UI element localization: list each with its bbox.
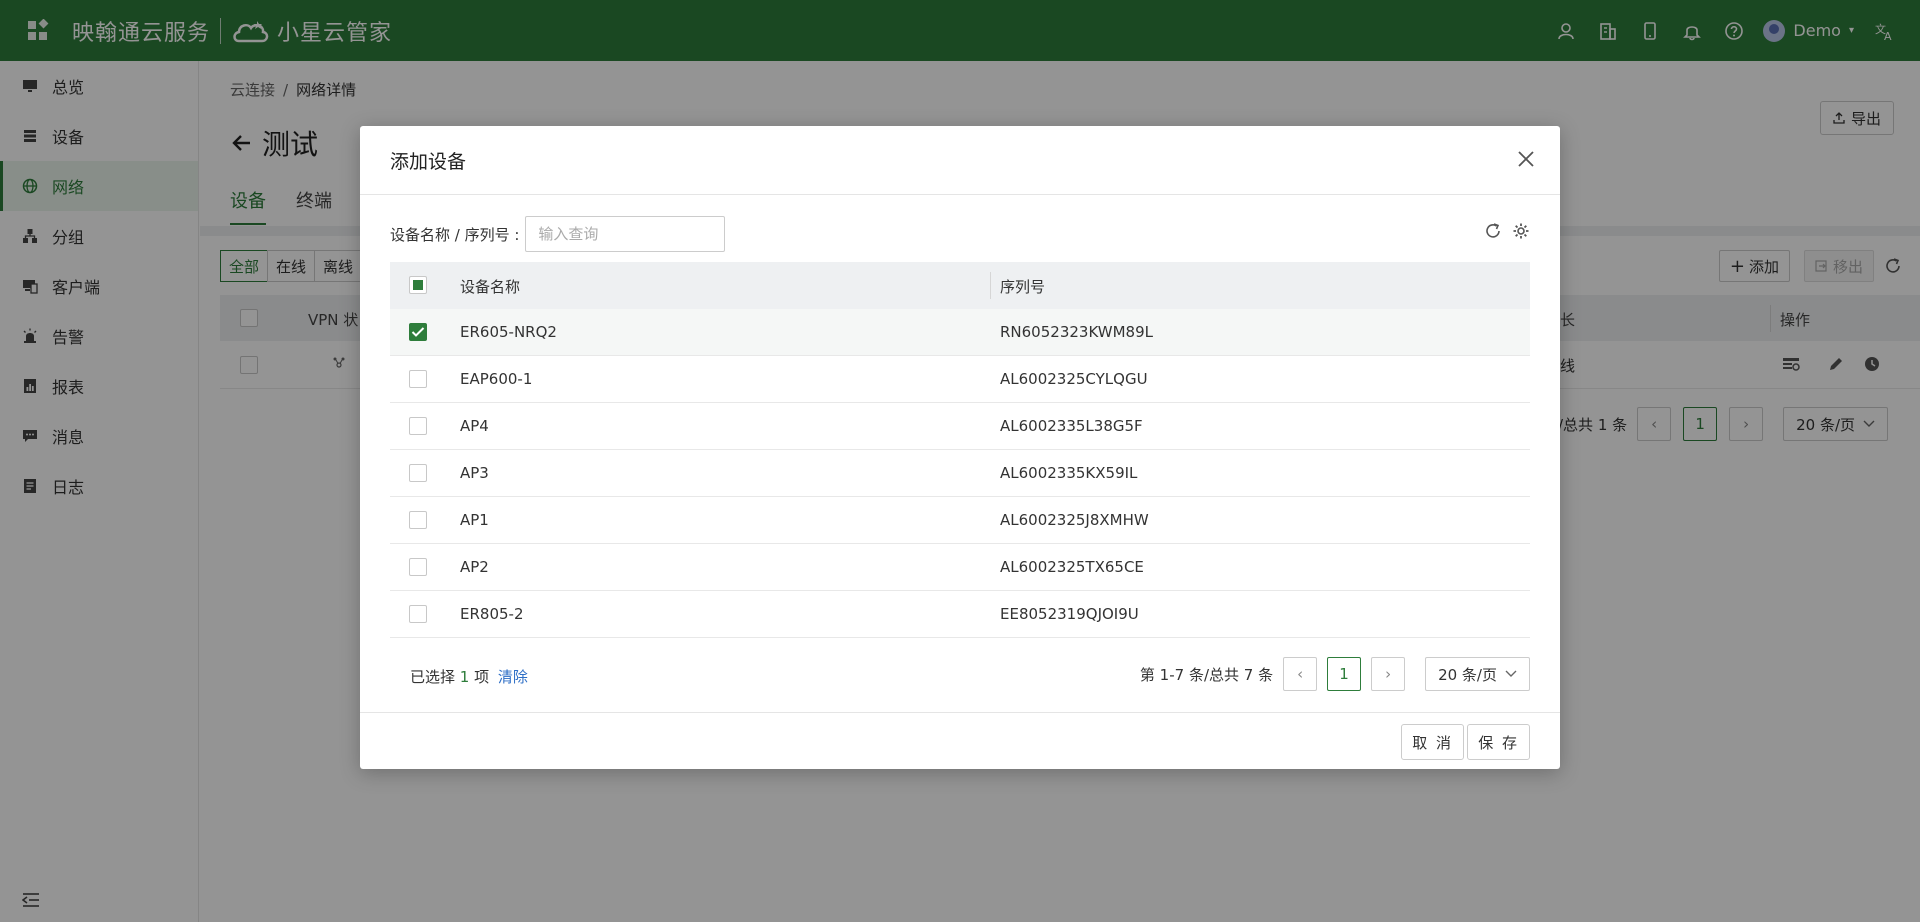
pager-summary: 第 1-7 条/总共 7 条: [1139, 665, 1274, 684]
refresh-icon[interactable]: [1484, 222, 1502, 240]
row-checkbox[interactable]: [409, 605, 427, 623]
selection-count: 1: [459, 668, 470, 686]
serial-number-cell: AL6002335L38G5F: [1000, 417, 1143, 435]
column-divider: [990, 272, 991, 299]
selection-prefix: 已选择: [410, 668, 456, 686]
prev-page-button[interactable]: ‹: [1283, 657, 1318, 691]
search-row: 设备名称 / 序列号 :: [390, 216, 726, 252]
modal-pager: 第 1-7 条/总共 7 条 ‹ 1 › 20 条/页: [1130, 657, 1530, 691]
table-header: 设备名称 序列号: [390, 262, 1530, 309]
table-row[interactable]: ER605-NRQ2 RN6052323KWM89L: [390, 309, 1530, 356]
column-device-name: 设备名称: [460, 278, 521, 296]
chevron-down-icon: [1505, 670, 1517, 678]
check-icon: [411, 327, 425, 337]
page-size-label: 20 条/页: [1438, 665, 1497, 684]
serial-number-cell: RN6052323KWM89L: [1000, 323, 1153, 341]
close-icon[interactable]: [1516, 149, 1536, 169]
device-name-cell: AP1: [460, 511, 489, 529]
row-checkbox[interactable]: [409, 511, 427, 529]
table-row[interactable]: AP2 AL6002325TX65CE: [390, 544, 1530, 591]
search-input[interactable]: [525, 216, 726, 252]
row-checkbox[interactable]: [409, 323, 427, 341]
serial-number-cell: EE8052319QJOI9U: [1000, 605, 1139, 623]
add-device-modal: 添加设备 设备名称 / 序列号 : 设备名称 序列号 ER605-NRQ2 RN6…: [360, 126, 1560, 769]
column-serial-number: 序列号: [1000, 278, 1046, 296]
modal-tools: [1474, 222, 1530, 240]
select-all-checkbox[interactable]: [409, 276, 427, 294]
device-select-table: 设备名称 序列号 ER605-NRQ2 RN6052323KWM89L EAP600…: [390, 262, 1530, 638]
selection-suffix: 项: [474, 668, 490, 686]
serial-number-cell: AL6002325TX65CE: [1000, 558, 1144, 576]
row-checkbox[interactable]: [409, 464, 427, 482]
table-row[interactable]: AP1 AL6002325J8XMHW: [390, 497, 1530, 544]
next-page-button[interactable]: ›: [1371, 657, 1406, 691]
table-row[interactable]: AP4 AL6002335L38G5F: [390, 403, 1530, 450]
cancel-button[interactable]: 取 消: [1401, 724, 1464, 760]
table-row[interactable]: AP3 AL6002335KX59IL: [390, 450, 1530, 497]
search-label: 设备名称 / 序列号 :: [390, 225, 520, 244]
save-button[interactable]: 保 存: [1467, 724, 1530, 760]
serial-number-cell: AL6002325J8XMHW: [1000, 511, 1149, 529]
device-name-cell: ER605-NRQ2: [460, 323, 557, 341]
device-name-cell: ER805-2: [460, 605, 524, 623]
selection-info: 已选择 1 项 清除: [410, 666, 528, 687]
gear-icon[interactable]: [1512, 222, 1530, 240]
device-name-cell: EAP600-1: [460, 370, 533, 388]
clear-selection-link[interactable]: 清除: [498, 668, 528, 686]
modal-title: 添加设备: [390, 150, 467, 173]
table-row[interactable]: ER805-2 EE8052319QJOI9U: [390, 591, 1530, 638]
serial-number-cell: AL6002325CYLQGU: [1000, 370, 1148, 388]
table-row[interactable]: EAP600-1 AL6002325CYLQGU: [390, 356, 1530, 403]
row-checkbox[interactable]: [409, 558, 427, 576]
page-1-button[interactable]: 1: [1327, 657, 1362, 691]
device-name-cell: AP4: [460, 417, 489, 435]
page-size-select[interactable]: 20 条/页: [1425, 657, 1530, 691]
device-name-cell: AP3: [460, 464, 489, 482]
row-checkbox[interactable]: [409, 417, 427, 435]
modal-footer: 取 消 保 存: [360, 712, 1560, 769]
row-checkbox[interactable]: [409, 370, 427, 388]
serial-number-cell: AL6002335KX59IL: [1000, 464, 1138, 482]
device-name-cell: AP2: [460, 558, 489, 576]
modal-header: 添加设备: [360, 126, 1560, 195]
